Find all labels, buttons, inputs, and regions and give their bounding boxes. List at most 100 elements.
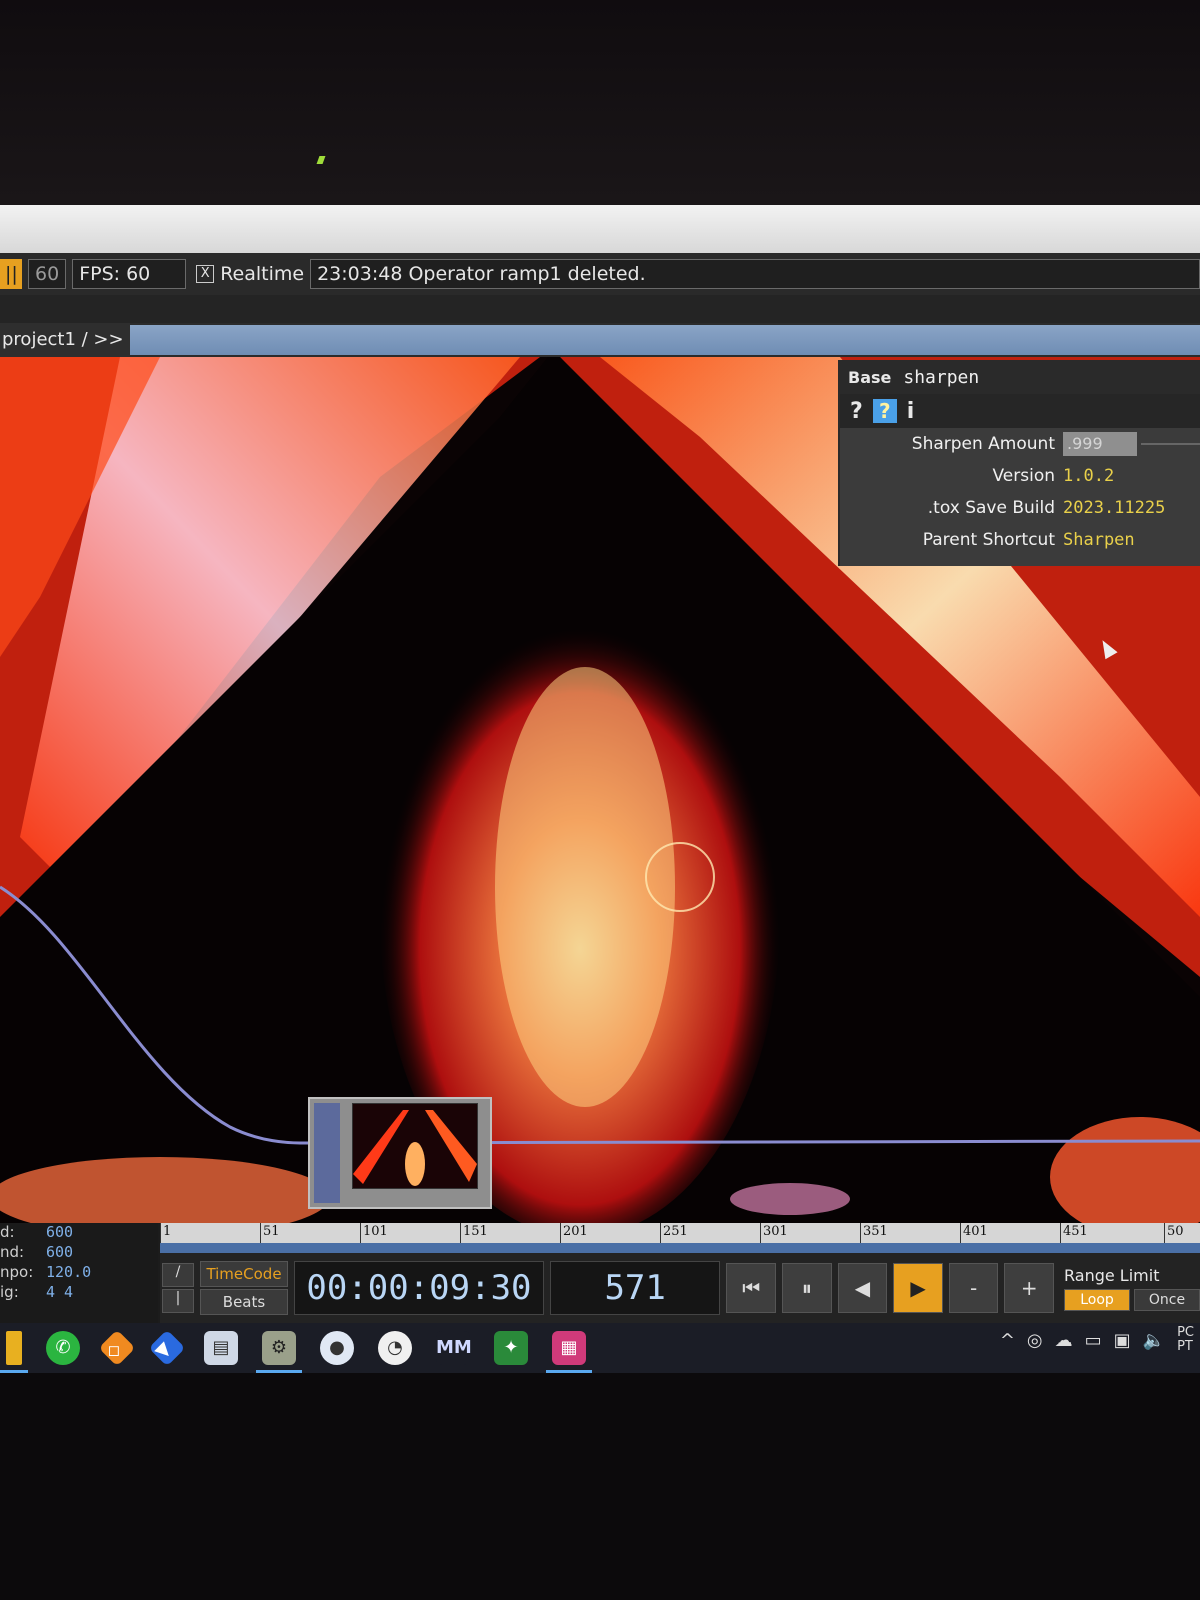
info-label: nd: bbox=[0, 1243, 25, 1261]
ruler-tick: 1 bbox=[160, 1223, 171, 1243]
timeline-controls: / | TimeCode Beats 00:00:09:30 571 ⏮ ⏸ ◀… bbox=[160, 1253, 1200, 1323]
step-back-button[interactable]: ◀ bbox=[837, 1263, 888, 1313]
chat-icon[interactable]: ● bbox=[320, 1331, 354, 1365]
network-path[interactable]: project1 / >> bbox=[0, 323, 130, 357]
ruler-tick: 101 bbox=[360, 1223, 388, 1243]
param-row-sharpen-amount: Sharpen Amount .999 bbox=[840, 428, 1200, 460]
whatsapp-icon[interactable]: ✆ bbox=[46, 1331, 80, 1365]
touchdesigner-icon[interactable]: ⚙ bbox=[256, 1331, 302, 1373]
files-icon[interactable]: ▤ bbox=[204, 1331, 238, 1365]
info-value[interactable]: 4 4 bbox=[46, 1283, 73, 1303]
path-bar: project1 / >> bbox=[0, 323, 1200, 357]
info-value[interactable]: 120.0 bbox=[46, 1263, 91, 1283]
frame-rate-field[interactable]: 60 bbox=[28, 259, 67, 289]
realtime-checkbox[interactable]: X bbox=[196, 265, 215, 283]
node-side-buttons bbox=[314, 1103, 340, 1203]
ruler-tick: 201 bbox=[560, 1223, 588, 1243]
rewind-button[interactable]: ⏮ bbox=[726, 1263, 777, 1313]
tray-cloud-icon[interactable]: ☁ bbox=[1055, 1330, 1073, 1351]
status-bar: || 60 FPS: 60 X Realtime 23:03:48 Operat… bbox=[0, 253, 1200, 295]
info-value[interactable]: 600 bbox=[46, 1223, 73, 1243]
tray-network-icon[interactable]: ▣ bbox=[1114, 1330, 1131, 1351]
tray-lang-bottom: PT bbox=[1177, 1339, 1193, 1354]
info-row: npo: 120.0 bbox=[0, 1263, 158, 1283]
help-icon[interactable]: ? bbox=[850, 399, 863, 424]
loop-button[interactable]: Loop bbox=[1064, 1288, 1130, 1311]
timeline-range-bar[interactable] bbox=[160, 1243, 1200, 1253]
ruler-tick: 351 bbox=[860, 1223, 888, 1243]
sharpen-amount-slider[interactable]: .999 bbox=[1063, 432, 1137, 456]
video-icon[interactable]: ▶ bbox=[148, 1329, 186, 1367]
info-icon[interactable]: i bbox=[907, 399, 915, 424]
sketch-icon[interactable]: ◇ bbox=[98, 1329, 136, 1367]
python-help-icon[interactable]: ? bbox=[872, 399, 897, 423]
tray-language[interactable]: PC PT bbox=[1177, 1326, 1194, 1354]
info-row: ig: 4 4 bbox=[0, 1283, 158, 1303]
tray-security-icon[interactable]: ◎ bbox=[1027, 1330, 1043, 1351]
param-label: Parent Shortcut bbox=[922, 530, 1055, 550]
grid-app-icon[interactable]: ▦ bbox=[546, 1331, 592, 1373]
beats-mode-button[interactable]: Beats bbox=[200, 1289, 288, 1315]
tray-battery-icon[interactable]: ▭ bbox=[1085, 1330, 1102, 1351]
slider-track[interactable] bbox=[1141, 443, 1200, 445]
folder-icon[interactable] bbox=[0, 1331, 28, 1373]
tray-volume-icon[interactable]: 🔈 bbox=[1143, 1330, 1165, 1351]
timeline-ruler[interactable]: 1 51 101 151 201 251 301 351 401 451 50 bbox=[160, 1223, 1200, 1243]
play-forward-button[interactable]: ▶ bbox=[893, 1263, 943, 1313]
pause-button[interactable]: ⏸ bbox=[782, 1263, 832, 1313]
path-field[interactable] bbox=[129, 325, 1200, 355]
fps-display: FPS: 60 bbox=[72, 259, 187, 289]
range-limit: Range Limit Loop Once bbox=[1064, 1266, 1200, 1311]
monitor-bezel-top bbox=[0, 0, 1200, 205]
ruler-tick: 51 bbox=[260, 1223, 280, 1243]
time-mode: TimeCode Beats bbox=[200, 1261, 288, 1315]
fps-value: 60 bbox=[126, 263, 151, 285]
frame-display[interactable]: 571 bbox=[549, 1261, 721, 1315]
ruler-tick: 50 bbox=[1164, 1223, 1184, 1243]
param-row-save-build: .tox Save Build 2023.11225 bbox=[840, 492, 1200, 524]
timeline-toggle-bottom[interactable]: | bbox=[162, 1289, 194, 1313]
parent-shortcut-value[interactable]: Sharpen bbox=[1063, 530, 1135, 550]
param-label: Sharpen Amount bbox=[911, 434, 1055, 454]
info-label: d: bbox=[0, 1223, 15, 1241]
save-build-value[interactable]: 2023.11225 bbox=[1063, 498, 1165, 518]
ruler-tick: 251 bbox=[660, 1223, 688, 1243]
timeline-toggle-top[interactable]: / bbox=[162, 1263, 194, 1287]
version-value[interactable]: 1.0.2 bbox=[1063, 466, 1114, 486]
info-value[interactable]: 600 bbox=[46, 1243, 73, 1263]
node-preview bbox=[352, 1103, 478, 1189]
monitor-bezel-bottom bbox=[0, 1373, 1200, 1600]
range-limit-label: Range Limit bbox=[1064, 1265, 1160, 1285]
param-row-version: Version 1.0.2 bbox=[840, 460, 1200, 492]
timeline-toggle: / | bbox=[162, 1263, 194, 1313]
info-label: ig: bbox=[0, 1283, 19, 1301]
system-tray: ^ ◎ ☁ ▭ ▣ 🔈 PC PT bbox=[1000, 1326, 1194, 1354]
mm-icon[interactable]: MM bbox=[436, 1331, 472, 1365]
parameter-panel: Base sharpen ? ? i Sharpen Amount .999 V… bbox=[838, 360, 1200, 566]
toolbar-gap bbox=[0, 295, 1200, 323]
parameter-header: Base sharpen bbox=[840, 360, 1200, 394]
tray-lang-top: PC bbox=[1177, 1325, 1194, 1340]
status-message: 23:03:48 Operator ramp1 deleted. bbox=[310, 259, 1200, 289]
realtime-label: Realtime bbox=[220, 263, 305, 285]
ruler-tick: 151 bbox=[460, 1223, 488, 1243]
ruler-tick: 451 bbox=[1060, 1223, 1088, 1243]
step-plus-button[interactable]: + bbox=[1004, 1263, 1054, 1313]
parameter-icon-row: ? ? i bbox=[840, 394, 1200, 428]
node-thumbnail[interactable] bbox=[308, 1097, 492, 1209]
window-title-strip bbox=[0, 205, 1200, 253]
operator-name[interactable]: sharpen bbox=[903, 367, 979, 388]
speedometer-icon[interactable]: ◔ bbox=[378, 1331, 412, 1365]
play-indicator[interactable]: || bbox=[0, 259, 22, 289]
step-minus-button[interactable]: - bbox=[948, 1263, 999, 1313]
timecode-display[interactable]: 00:00:09:30 bbox=[294, 1261, 544, 1315]
once-button[interactable]: Once bbox=[1134, 1288, 1200, 1311]
operator-type: Base bbox=[848, 367, 892, 387]
info-row: d: 600 bbox=[0, 1223, 158, 1243]
tray-expand-icon[interactable]: ^ bbox=[1000, 1330, 1015, 1351]
ruler-tick: 301 bbox=[760, 1223, 788, 1243]
timecode-mode-button[interactable]: TimeCode bbox=[200, 1261, 288, 1287]
param-label: Version bbox=[992, 466, 1055, 486]
param-row-parent-shortcut: Parent Shortcut Sharpen bbox=[840, 524, 1200, 556]
game-icon[interactable]: ✦ bbox=[494, 1331, 528, 1365]
